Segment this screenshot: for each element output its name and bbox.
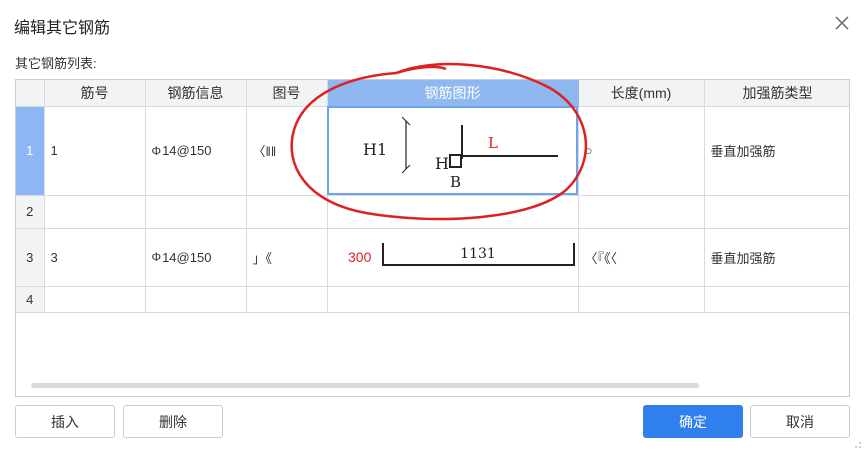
table-row[interactable]: 3 3 Φ 14@150 」《 300 1131 〈『《〈 垂直加强筋 bbox=[16, 227, 849, 287]
cell-rebar-info[interactable] bbox=[144, 285, 247, 313]
rebar-info-value: 14@150 bbox=[162, 143, 212, 159]
header-bar-no[interactable]: 筋号 bbox=[43, 80, 146, 107]
shape-label-b: B bbox=[450, 173, 461, 191]
cell-rebar-shape[interactable] bbox=[326, 285, 579, 313]
table-row[interactable]: 2 bbox=[16, 194, 849, 229]
header-reinforcement-type[interactable]: 加强筋类型 bbox=[703, 80, 849, 107]
cell-figure-no[interactable] bbox=[245, 194, 328, 229]
cell-bar-no[interactable]: 1 bbox=[43, 105, 146, 196]
row-index[interactable]: 1 bbox=[16, 105, 45, 196]
cell-bar-no[interactable] bbox=[43, 285, 146, 313]
shape-value-mid: 1131 bbox=[460, 246, 496, 262]
shape-label-h1: H1 bbox=[363, 140, 387, 159]
header-rebar-shape[interactable]: 钢筋图形 bbox=[326, 80, 579, 107]
header-length[interactable]: 长度(mm) bbox=[577, 80, 705, 107]
cell-type[interactable] bbox=[703, 194, 849, 229]
row-index[interactable]: 3 bbox=[16, 227, 45, 287]
cell-bar-no[interactable] bbox=[43, 194, 146, 229]
table-row[interactable]: 1 1 Φ 14@150 〈‖‖ H1 H B L ○ 垂直加强筋 bbox=[16, 105, 849, 196]
horizontal-scrollbar[interactable] bbox=[31, 383, 699, 388]
shape-value-left: 300 bbox=[348, 249, 372, 265]
rebar-grade-icon: Φ bbox=[151, 143, 162, 158]
row-index[interactable]: 4 bbox=[16, 285, 45, 313]
rebar-shape-diagram-2: 300 1131 bbox=[348, 242, 575, 266]
shape-label-l: L bbox=[488, 134, 498, 152]
cell-rebar-info[interactable]: Φ 14@150 bbox=[144, 105, 247, 196]
cancel-button[interactable]: 取消 bbox=[750, 405, 850, 438]
cell-rebar-shape[interactable]: 300 1131 bbox=[326, 227, 579, 287]
cell-figure-no[interactable]: 」《 bbox=[245, 227, 328, 287]
cell-type[interactable] bbox=[703, 285, 849, 313]
rebar-grade-icon: Φ bbox=[151, 250, 162, 265]
rebar-table: 筋号 钢筋信息 图号 钢筋图形 长度(mm) 加强筋类型 1 1 Φ 14@150… bbox=[16, 80, 849, 313]
table-row[interactable]: 4 bbox=[16, 285, 849, 313]
cell-rebar-info[interactable]: Φ 14@150 bbox=[144, 227, 247, 287]
rebar-info-value: 14@150 bbox=[162, 249, 212, 265]
cell-rebar-shape[interactable]: H1 H B L bbox=[326, 105, 579, 196]
cell-length[interactable]: ○ bbox=[577, 105, 705, 196]
cell-figure-no[interactable] bbox=[245, 285, 328, 313]
header-figure-no[interactable]: 图号 bbox=[245, 80, 328, 107]
cell-rebar-shape[interactable] bbox=[326, 194, 579, 229]
header-index bbox=[16, 80, 45, 107]
header-rebar-info[interactable]: 钢筋信息 bbox=[144, 80, 247, 107]
close-icon[interactable] bbox=[833, 14, 851, 32]
cell-type[interactable]: 垂直加强筋 bbox=[703, 227, 849, 287]
row-index[interactable]: 2 bbox=[16, 194, 45, 229]
cell-bar-no[interactable]: 3 bbox=[43, 227, 146, 287]
ok-button[interactable]: 确定 bbox=[643, 405, 743, 438]
cell-type[interactable]: 垂直加强筋 bbox=[703, 105, 849, 196]
dialog-title: 编辑其它钢筋 bbox=[14, 20, 111, 37]
cell-rebar-info[interactable] bbox=[144, 194, 247, 229]
resize-grip-icon[interactable] bbox=[854, 441, 862, 449]
cell-figure-no[interactable]: 〈‖‖ bbox=[245, 105, 328, 196]
insert-button[interactable]: 插入 bbox=[15, 405, 115, 438]
cell-length[interactable] bbox=[577, 194, 705, 229]
list-label: 其它钢筋列表: bbox=[15, 56, 97, 71]
cell-length[interactable] bbox=[577, 285, 705, 313]
rebar-table-container: 筋号 钢筋信息 图号 钢筋图形 长度(mm) 加强筋类型 1 1 Φ 14@150… bbox=[15, 79, 850, 397]
rebar-shape-diagram: H1 H B L bbox=[363, 116, 558, 191]
cell-length[interactable]: 〈『《〈 bbox=[577, 227, 705, 287]
delete-button[interactable]: 删除 bbox=[123, 405, 223, 438]
shape-label-h: H bbox=[435, 154, 449, 173]
